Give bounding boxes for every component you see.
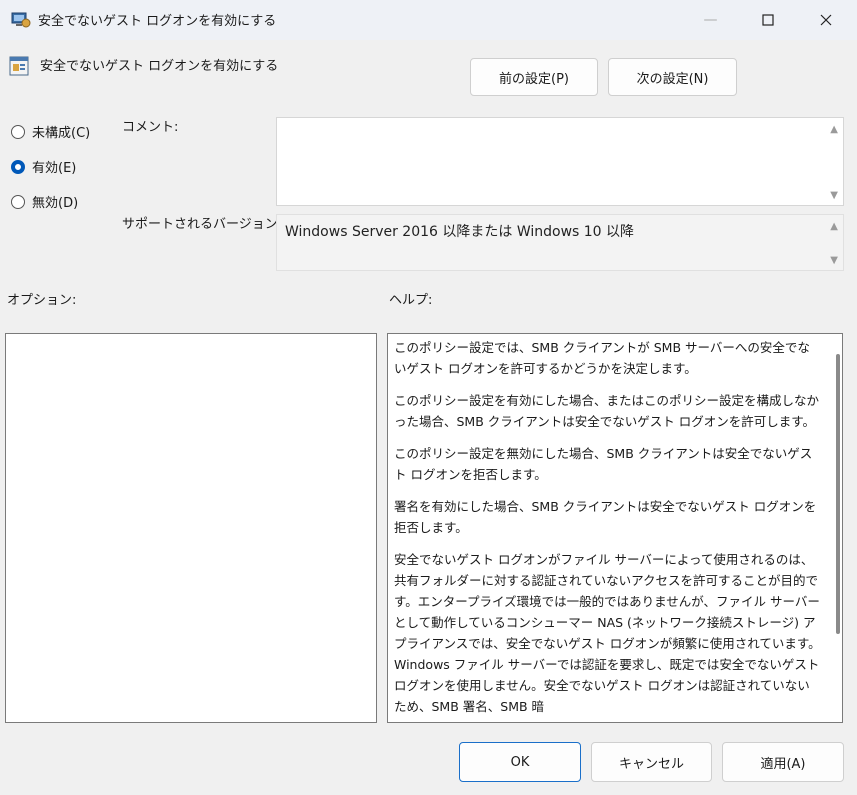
radio-label: 未構成(C): [32, 126, 91, 141]
radio-label: 無効(D): [32, 196, 79, 211]
group-policy-app-icon: [11, 12, 31, 28]
radio-circle[interactable]: [11, 194, 25, 209]
supported-on-value: Windows Server 2016 以降または Windows 10 以降: [285, 224, 635, 240]
next-setting-button[interactable]: 次の設定(N): [608, 58, 737, 96]
policy-setting-icon: [9, 56, 29, 76]
maximize-button[interactable]: [739, 0, 796, 40]
help-scrollbar-thumb[interactable]: [836, 354, 840, 634]
scroll-down-icon[interactable]: ▼: [830, 255, 838, 266]
scroll-up-icon[interactable]: ▲: [830, 124, 838, 135]
policy-name: 安全でないゲスト ログオンを有効にする: [40, 59, 279, 74]
help-paragraph: このポリシー設定を無効にした場合、SMB クライアントは安全でないゲスト ログオ…: [394, 446, 813, 482]
close-icon: [820, 14, 831, 26]
scroll-up-icon[interactable]: ▲: [830, 221, 838, 232]
radio-circle[interactable]: [11, 124, 25, 139]
help-paragraph: 安全でないゲスト ログオンがファイル サーバーによって使用されるのは、共有フォル…: [394, 552, 821, 714]
previous-setting-button[interactable]: 前の設定(P): [470, 58, 598, 96]
radio-not-configured[interactable]: 未構成(C): [11, 122, 90, 141]
cancel-button[interactable]: キャンセル: [591, 742, 712, 782]
maximize-icon: [761, 14, 774, 26]
supported-on-field: Windows Server 2016 以降または Windows 10 以降 …: [276, 214, 844, 271]
comment-label: コメント:: [122, 120, 179, 135]
help-paragraph: このポリシー設定を有効にした場合、またはこのポリシー設定を構成しなかった場合、S…: [394, 393, 820, 429]
minimize-button[interactable]: —: [682, 0, 739, 40]
window-title: 安全でないゲスト ログオンを有効にする: [38, 14, 277, 29]
options-panel: [5, 333, 377, 723]
title-bar: 安全でないゲスト ログオンを有効にする —: [0, 0, 857, 40]
radio-disabled[interactable]: 無効(D): [11, 192, 78, 211]
radio-label: 有効(E): [32, 161, 77, 176]
comment-textarea[interactable]: ▲ ▼: [276, 117, 844, 206]
close-button[interactable]: [797, 0, 854, 40]
apply-button[interactable]: 適用(A): [722, 742, 844, 782]
options-label: オプション:: [7, 293, 77, 308]
radio-circle-selected[interactable]: [11, 159, 25, 174]
minimize-icon: —: [703, 12, 718, 28]
ok-button[interactable]: OK: [459, 742, 581, 782]
scroll-down-icon[interactable]: ▼: [830, 190, 838, 201]
help-paragraph: このポリシー設定では、SMB クライアントが SMB サーバーへの安全でないゲス…: [394, 340, 810, 376]
help-panel[interactable]: このポリシー設定では、SMB クライアントが SMB サーバーへの安全でないゲス…: [387, 333, 843, 723]
help-paragraph: 署名を有効にした場合、SMB クライアントは安全でないゲスト ログオンを拒否しま…: [394, 499, 817, 535]
supported-on-label: サポートされるバージョン:: [122, 217, 283, 232]
help-text: このポリシー設定では、SMB クライアントが SMB サーバーへの安全でないゲス…: [394, 337, 822, 722]
radio-enabled[interactable]: 有効(E): [11, 157, 76, 176]
help-label: ヘルプ:: [389, 293, 433, 308]
